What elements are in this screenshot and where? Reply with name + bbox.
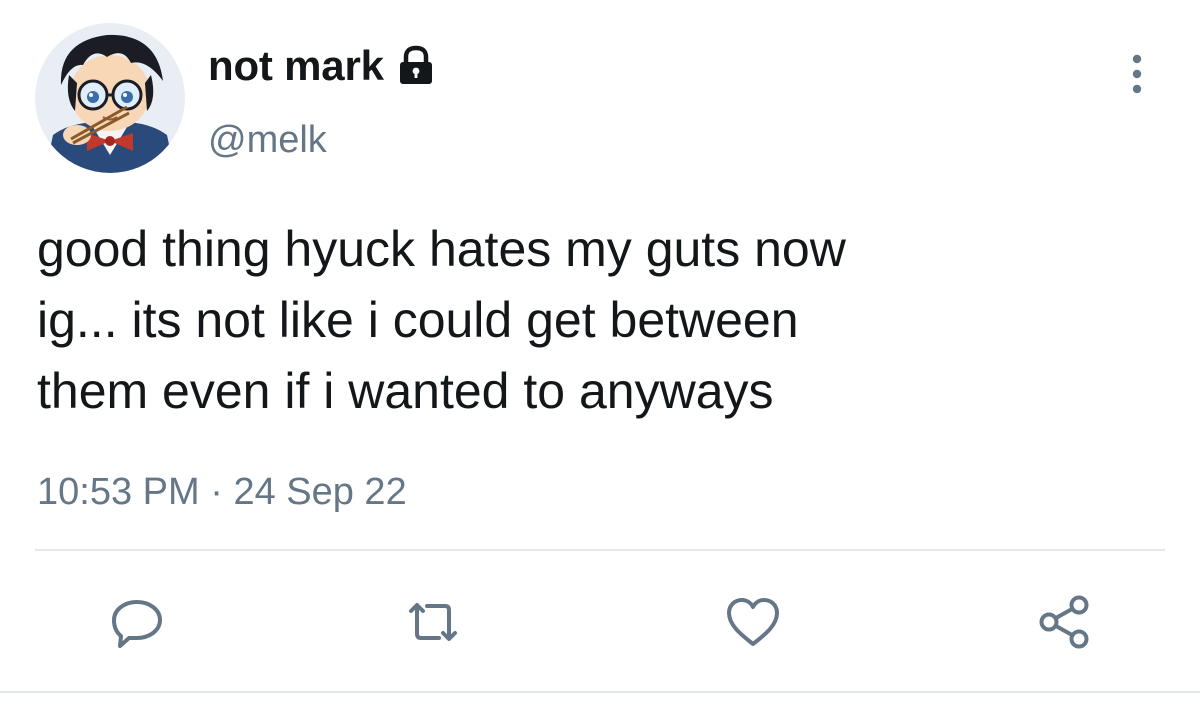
divider: [35, 549, 1165, 551]
avatar-image: [35, 23, 185, 173]
more-options-icon[interactable]: [1119, 52, 1155, 96]
bottom-divider: [0, 691, 1200, 693]
tweet-text: good thing hyuck hates my guts now ig...…: [37, 221, 846, 419]
tweet-timestamp[interactable]: 10:53 PM · 24 Sep 22: [37, 468, 407, 516]
avatar[interactable]: [35, 23, 185, 173]
reply-button[interactable]: [107, 592, 167, 652]
reply-icon: [107, 592, 167, 652]
author-name-row: not mark: [208, 40, 438, 92]
user-handle[interactable]: @melk: [208, 116, 327, 164]
display-name[interactable]: not mark: [208, 40, 384, 92]
share-button[interactable]: [1035, 592, 1095, 652]
meta-separator: ·: [210, 471, 223, 513]
share-icon: [1035, 592, 1095, 652]
heart-icon: [723, 592, 783, 652]
retweet-button[interactable]: [403, 592, 463, 652]
retweet-icon: [403, 592, 463, 652]
like-button[interactable]: [723, 592, 783, 652]
tweet-time: 10:53 PM: [37, 471, 200, 513]
tweet-date: 24 Sep 22: [233, 471, 407, 513]
lock-icon: [394, 44, 438, 88]
